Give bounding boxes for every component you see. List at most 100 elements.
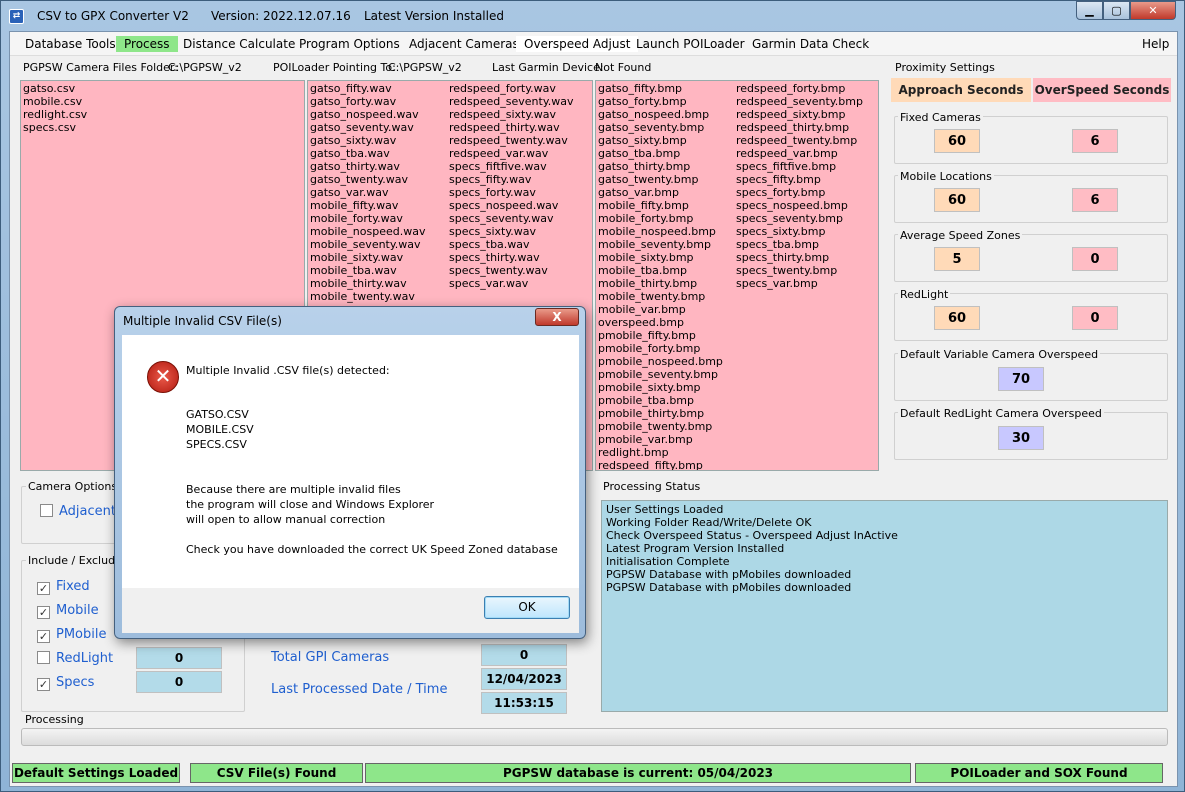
list-item[interactable]: mobile_thirty.wav — [310, 277, 425, 290]
list-item[interactable]: pmobile_seventy.bmp — [598, 368, 723, 381]
list-item[interactable]: specs_sixty.wav — [449, 225, 574, 238]
list-item[interactable]: redspeed_fifty.bmp — [598, 459, 723, 470]
list-item[interactable]: mobile_sixty.bmp — [598, 251, 723, 264]
checkbox-box[interactable] — [37, 651, 50, 664]
list-item[interactable]: pmobile_fifty.bmp — [598, 329, 723, 342]
list-item[interactable]: redlight.bmp — [598, 446, 723, 459]
list-item[interactable]: mobile_forty.wav — [310, 212, 425, 225]
list-item[interactable]: gatso_tba.wav — [310, 147, 425, 160]
menu-overspeed-adjust[interactable]: Overspeed Adjust — [516, 36, 639, 52]
fixed-overspeed-field[interactable]: 6 — [1072, 129, 1118, 153]
list-item[interactable]: specs_fiftfive.wav — [449, 160, 574, 173]
list-item[interactable]: specs_fifty.bmp — [736, 173, 863, 186]
list-item[interactable]: gatso_twenty.wav — [310, 173, 425, 186]
list-item[interactable]: redspeed_thirty.bmp — [736, 121, 863, 134]
maximize-icon[interactable]: ▢ — [1103, 1, 1130, 20]
bmp-file-list[interactable]: gatso_fifty.bmp gatso_forty.bmp gatso_nosp… — [595, 80, 879, 471]
list-item[interactable]: redspeed_forty.wav — [449, 82, 574, 95]
list-item[interactable]: specs_seventy.wav — [449, 212, 574, 225]
list-item[interactable]: mobile_tba.bmp — [598, 264, 723, 277]
list-item[interactable]: specs_nospeed.wav — [449, 199, 574, 212]
list-item[interactable]: mobile_seventy.wav — [310, 238, 425, 251]
list-item[interactable]: redspeed_var.bmp — [736, 147, 863, 160]
ok-button[interactable]: OK — [484, 596, 570, 619]
list-item[interactable]: gatso_twenty.bmp — [598, 173, 723, 186]
list-item[interactable]: specs_var.wav — [449, 277, 574, 290]
close-icon[interactable]: ✕ — [1130, 1, 1176, 20]
list-item[interactable]: mobile_fifty.wav — [310, 199, 425, 212]
menu-launch-poiloader[interactable]: Launch POILoader — [628, 36, 753, 52]
list-item[interactable]: gatso_tba.bmp — [598, 147, 723, 160]
list-item[interactable]: pmobile_tba.bmp — [598, 394, 723, 407]
list-item[interactable]: mobile.csv — [23, 95, 87, 108]
list-item[interactable]: gatso_sixty.wav — [310, 134, 425, 147]
fixed-checkbox[interactable]: ✓ Fixed — [37, 579, 90, 595]
list-item[interactable]: pmobile_nospeed.bmp — [598, 355, 723, 368]
list-item[interactable]: specs_fifty.wav — [449, 173, 574, 186]
list-item[interactable]: specs_var.bmp — [736, 277, 863, 290]
list-item[interactable]: redspeed_forty.bmp — [736, 82, 863, 95]
check-icon[interactable]: ✓ — [37, 606, 50, 619]
check-icon[interactable]: ✓ — [37, 678, 50, 691]
list-item[interactable]: redspeed_sixty.bmp — [736, 108, 863, 121]
mobile-checkbox[interactable]: ✓ Mobile — [37, 603, 99, 619]
list-item[interactable]: gatso_seventy.bmp — [598, 121, 723, 134]
list-item[interactable]: mobile_twenty.wav — [310, 290, 425, 303]
redlight-approach-field[interactable]: 60 — [934, 306, 980, 330]
list-item[interactable]: redspeed_sixty.wav — [449, 108, 574, 121]
list-item[interactable]: mobile_nospeed.bmp — [598, 225, 723, 238]
list-item[interactable]: gatso_var.wav — [310, 186, 425, 199]
list-item[interactable]: pmobile_twenty.bmp — [598, 420, 723, 433]
list-item[interactable]: gatso_thirty.wav — [310, 160, 425, 173]
list-item[interactable]: gatso_forty.bmp — [598, 95, 723, 108]
variable-overspeed-field[interactable]: 70 — [998, 367, 1044, 391]
menu-database-tools[interactable]: Database Tools — [17, 36, 124, 52]
list-item[interactable]: specs_forty.wav — [449, 186, 574, 199]
list-item[interactable]: gatso_seventy.wav — [310, 121, 425, 134]
list-item[interactable]: gatso_thirty.bmp — [598, 160, 723, 173]
list-item[interactable]: gatso_var.bmp — [598, 186, 723, 199]
list-item[interactable]: gatso_sixty.bmp — [598, 134, 723, 147]
list-item[interactable]: gatso.csv — [23, 82, 87, 95]
list-item[interactable]: gatso_fifty.bmp — [598, 82, 723, 95]
list-item[interactable]: mobile_sixty.wav — [310, 251, 425, 264]
dialog-close-icon[interactable]: X — [535, 308, 579, 326]
menu-garmin-data-check[interactable]: Garmin Data Check — [744, 36, 877, 52]
list-item[interactable]: specs_sixty.bmp — [736, 225, 863, 238]
list-item[interactable]: specs_twenty.wav — [449, 264, 574, 277]
list-item[interactable]: specs_forty.bmp — [736, 186, 863, 199]
list-item[interactable]: overspeed.bmp — [598, 316, 723, 329]
pmobile-checkbox[interactable]: ✓ PMobile — [37, 627, 106, 643]
redlight-checkbox[interactable]: RedLight — [37, 651, 113, 666]
list-item[interactable]: pmobile_thirty.bmp — [598, 407, 723, 420]
check-icon[interactable]: ✓ — [37, 582, 50, 595]
list-item[interactable]: specs_twenty.bmp — [736, 264, 863, 277]
menu-adjacent-cameras[interactable]: Adjacent Cameras — [401, 36, 527, 52]
list-item[interactable]: specs_tba.bmp — [736, 238, 863, 251]
mobile-approach-field[interactable]: 60 — [934, 188, 980, 212]
list-item[interactable]: mobile_twenty.bmp — [598, 290, 723, 303]
list-item[interactable]: redspeed_seventy.bmp — [736, 95, 863, 108]
list-item[interactable]: gatso_fifty.wav — [310, 82, 425, 95]
average-overspeed-field[interactable]: 0 — [1072, 247, 1118, 271]
list-item[interactable]: mobile_nospeed.wav — [310, 225, 425, 238]
processing-status-log[interactable]: User Settings Loaded Working Folder Read… — [601, 500, 1168, 712]
list-item[interactable]: specs.csv — [23, 121, 87, 134]
menu-help[interactable]: Help — [1134, 36, 1177, 52]
specs-checkbox[interactable]: ✓ Specs — [37, 675, 94, 691]
list-item[interactable]: gatso_forty.wav — [310, 95, 425, 108]
list-item[interactable]: gatso_nospeed.bmp — [598, 108, 723, 121]
list-item[interactable]: specs_thirty.bmp — [736, 251, 863, 264]
list-item[interactable]: mobile_seventy.bmp — [598, 238, 723, 251]
list-item[interactable]: mobile_var.bmp — [598, 303, 723, 316]
list-item[interactable]: mobile_forty.bmp — [598, 212, 723, 225]
redlight-overspeed-field[interactable]: 30 — [998, 426, 1044, 450]
menu-distance-calculate[interactable]: Distance Calculate — [175, 36, 303, 52]
redlight-overspeed-field[interactable]: 0 — [1072, 306, 1118, 330]
list-item[interactable]: redspeed_twenty.bmp — [736, 134, 863, 147]
list-item[interactable]: redlight.csv — [23, 108, 87, 121]
minimize-icon[interactable]: ▁ — [1076, 1, 1103, 20]
menu-process[interactable]: Process — [116, 36, 178, 52]
list-item[interactable]: redspeed_thirty.wav — [449, 121, 574, 134]
adjacent-checkbox[interactable]: Adjacent — [40, 504, 116, 519]
